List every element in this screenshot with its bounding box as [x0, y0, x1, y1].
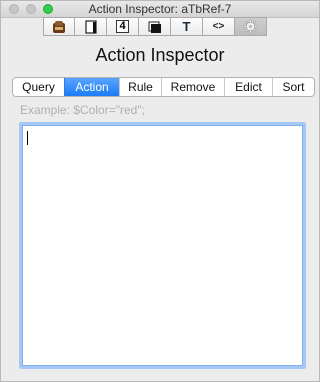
window-title: Action Inspector: aTbRef-7 [88, 2, 232, 16]
tab-query[interactable]: Query [13, 78, 64, 96]
stack-icon [148, 21, 161, 33]
tab-action[interactable]: Action [64, 78, 119, 96]
html-inspector-button[interactable]: <> [203, 17, 235, 36]
inspector-heading: Action Inspector [95, 45, 225, 65]
example-hint: Example: $Color="red"; [20, 103, 145, 117]
tab-bar: Query Action Rule Remove Edict Sort [12, 77, 315, 97]
text-format-inspector-button[interactable]: 4 [107, 17, 139, 36]
quickstamp-4-icon: 4 [116, 20, 129, 33]
title-bar[interactable]: Action Inspector: aTbRef-7 [1, 1, 319, 18]
tab-rule[interactable]: Rule [119, 78, 161, 96]
tab-remove[interactable]: Remove [161, 78, 224, 96]
appearance-inspector-button[interactable] [75, 17, 107, 36]
tag-icon [53, 20, 65, 33]
text-inspector-button[interactable]: T [171, 17, 203, 36]
page-icon [84, 19, 97, 34]
action-code-editor[interactable] [19, 122, 306, 369]
tab-sort[interactable]: Sort [272, 78, 314, 96]
inspector-toolbar: 4 T <> [43, 17, 267, 37]
code-icon: <> [212, 21, 225, 32]
tab-edict[interactable]: Edict [224, 78, 272, 96]
action-inspector-button[interactable] [235, 17, 267, 36]
properties-inspector-button[interactable] [139, 17, 171, 36]
general-inspector-button[interactable] [43, 17, 75, 36]
gear-icon [243, 19, 258, 34]
inspector-window: Action Inspector: aTbRef-7 4 T <> Action… [0, 0, 320, 382]
text-caret [27, 131, 28, 145]
text-icon: T [182, 19, 191, 34]
